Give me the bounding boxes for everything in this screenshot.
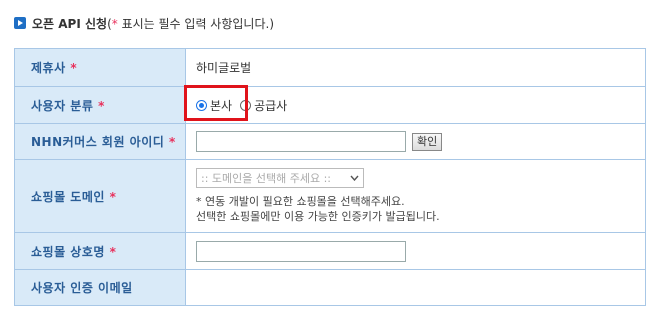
row-shop-name: 쇼핑몰 상호명 * (14, 232, 646, 270)
row-email: 사용자 인증 이메일 (14, 269, 646, 306)
domain-select[interactable]: :: 도메인을 선택해 주세요 :: (196, 168, 364, 188)
api-request-form: 제휴사 * 하미글로벌 사용자 분류 * 본사 공급사 NHN커머스 회원 아이… (14, 48, 646, 306)
user-type-label: 사용자 분류 * (14, 86, 186, 124)
page-title: 오픈 API 신청 (32, 16, 108, 31)
required-note: (* 표시는 필수 입력 사항입니다.) (107, 16, 275, 31)
nhn-id-input[interactable] (196, 131, 406, 152)
partner-label: 제휴사 * (14, 48, 186, 87)
highlight-box (184, 85, 248, 121)
shop-name-value (185, 232, 646, 270)
chevron-down-icon (350, 175, 359, 181)
email-label: 사용자 인증 이메일 (14, 269, 186, 306)
nhn-id-value: 확인 (185, 123, 646, 160)
row-domain: 쇼핑몰 도메인 * :: 도메인을 선택해 주세요 :: * 연동 개발이 필요… (14, 159, 646, 233)
domain-note: * 연동 개발이 필요한 쇼핑몰을 선택해주세요. 선택한 쇼핑몰에만 이용 가… (196, 195, 440, 223)
row-nhn-id: NHN커머스 회원 아이디 * 확인 (14, 123, 646, 160)
shop-name-input[interactable] (196, 240, 406, 262)
email-value (185, 269, 646, 306)
row-user-type: 사용자 분류 * 본사 공급사 (14, 86, 646, 124)
domain-value: :: 도메인을 선택해 주세요 :: * 연동 개발이 필요한 쇼핑몰을 선택해… (185, 159, 646, 233)
check-id-button[interactable]: 확인 (412, 132, 443, 151)
play-icon (14, 17, 26, 29)
nhn-id-label: NHN커머스 회원 아이디 * (14, 123, 186, 160)
shop-name-label: 쇼핑몰 상호명 * (14, 232, 186, 270)
row-partner: 제휴사 * 하미글로벌 (14, 48, 646, 87)
domain-label: 쇼핑몰 도메인 * (14, 159, 186, 233)
section-header: 오픈 API 신청 (* 표시는 필수 입력 사항입니다.) (14, 14, 274, 32)
partner-value: 하미글로벌 (185, 48, 646, 87)
user-type-value: 본사 공급사 (185, 86, 646, 124)
user-type-radio-group: 본사 공급사 (196, 97, 645, 114)
